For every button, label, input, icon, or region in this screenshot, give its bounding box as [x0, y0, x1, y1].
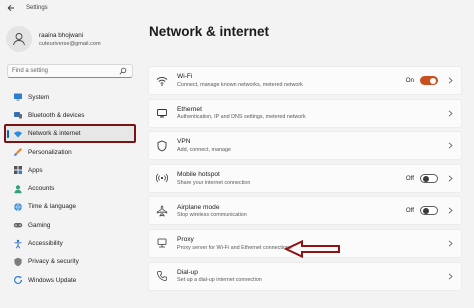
hotspot-icon: [155, 171, 169, 185]
card-subtitle: Share your internet connection: [177, 179, 251, 186]
search-icon[interactable]: [118, 66, 128, 76]
toggle-knob: [430, 77, 436, 84]
sidebar-item-label: Accounts: [28, 185, 55, 193]
chevron-right-icon: [447, 77, 453, 85]
sidebar-item-label: System: [28, 93, 50, 101]
sidebar-item-personalization[interactable]: Personalization: [6, 143, 136, 161]
airplane-icon: [155, 204, 169, 218]
toggle-knob: [422, 208, 429, 215]
card-title: VPN: [177, 138, 191, 146]
toggle-knob: [422, 175, 429, 182]
mobile-hotspot-toggle[interactable]: [420, 173, 438, 183]
sidebar-item-apps[interactable]: Apps: [6, 161, 136, 179]
sidebar-item-label: Gaming: [28, 221, 51, 229]
toggle-state-label: Off: [405, 174, 414, 182]
annotation-arrow: [284, 239, 340, 259]
search-placeholder: Find a setting: [12, 68, 49, 74]
airplane-mode-toggle[interactable]: [420, 206, 438, 216]
dial-up-card[interactable]: Dial-up Set up a dial-up internet connec…: [148, 261, 462, 291]
apps-icon: [12, 165, 23, 176]
sidebar-item-label: Privacy & security: [28, 258, 79, 266]
airplane-mode-card[interactable]: Airplane mode Stop wireless communicatio…: [148, 196, 462, 226]
sidebar-item-gaming[interactable]: Gaming: [6, 216, 136, 234]
globe-icon: [12, 201, 23, 212]
chevron-right-icon: [447, 109, 453, 117]
card-title: Mobile hotspot: [177, 171, 220, 179]
shield-icon: [12, 256, 23, 267]
card-subtitle: Authentication, IP and DNS settings, met…: [177, 114, 306, 121]
card-subtitle: Connect, manage known networks, metered …: [177, 81, 303, 88]
phone-icon: [155, 269, 169, 283]
ethernet-icon: [155, 106, 169, 120]
sidebar-item-label: Personalization: [28, 148, 72, 156]
chevron-right-icon: [447, 174, 453, 182]
sidebar-item-label: Time & language: [28, 203, 77, 211]
chevron-right-icon: [447, 239, 453, 247]
chevron-right-icon: [447, 272, 453, 280]
update-icon: [12, 275, 23, 286]
proxy-icon: [155, 236, 169, 250]
user-profile[interactable]: raaina bhojwani cuteuriverse@gmail.com: [6, 26, 101, 52]
card-title: Dial-up: [177, 268, 198, 276]
person-icon: [12, 183, 23, 194]
gamepad-icon: [12, 220, 23, 231]
card-subtitle: Add, connect, manage: [177, 146, 231, 153]
shield-icon: [155, 139, 169, 153]
brush-icon: [12, 147, 23, 158]
sidebar-item-label: Accessibility: [28, 240, 63, 248]
card-title: Ethernet: [177, 105, 202, 113]
sidebar-item-time-language[interactable]: Time & language: [6, 198, 136, 216]
sidebar-item-accessibility[interactable]: Accessibility: [6, 234, 136, 252]
chevron-right-icon: [447, 142, 453, 150]
wifi-toggle[interactable]: [420, 76, 438, 85]
sidebar-item-privacy-security[interactable]: Privacy & security: [6, 253, 136, 271]
title-bar: Settings: [0, 0, 474, 16]
vpn-card[interactable]: VPN Add, connect, manage: [148, 131, 462, 161]
back-button[interactable]: [4, 1, 18, 15]
sidebar-item-bluetooth[interactable]: Bluetooth & devices: [6, 106, 136, 124]
avatar: [6, 26, 32, 52]
ethernet-card[interactable]: Ethernet Authentication, IP and DNS sett…: [148, 98, 462, 128]
person-icon: [13, 33, 25, 46]
sidebar-item-label: Bluetooth & devices: [28, 111, 85, 119]
sidebar-item-label: Apps: [28, 166, 43, 174]
search-input[interactable]: Find a setting: [7, 64, 133, 78]
annotation-highlight-box: [4, 124, 136, 143]
card-subtitle: Stop wireless communication: [177, 212, 247, 219]
accessibility-icon: [12, 238, 23, 249]
mobile-hotspot-card[interactable]: Mobile hotspot Share your internet conne…: [148, 163, 462, 193]
card-title: Wi-Fi: [177, 73, 193, 81]
sidebar-item-windows-update[interactable]: Windows Update: [6, 271, 136, 289]
bluetooth-icon: [12, 110, 23, 121]
sidebar-item-system[interactable]: System: [6, 88, 136, 106]
card-subtitle: Set up a dial-up internet connection: [177, 277, 262, 284]
monitor-icon: [12, 92, 23, 103]
profile-name: raaina bhojwani: [39, 31, 84, 39]
wifi-card[interactable]: Wi-Fi Connect, manage known networks, me…: [148, 66, 462, 95]
chevron-right-icon: [447, 207, 453, 215]
profile-email: cuteuriverse@gmail.com: [39, 40, 101, 47]
sidebar-item-accounts[interactable]: Accounts: [6, 179, 136, 197]
card-title: Airplane mode: [177, 203, 220, 211]
app-title: Settings: [26, 5, 48, 11]
sidebar-item-label: Windows Update: [28, 276, 77, 284]
back-arrow-icon: [7, 4, 14, 12]
toggle-state-label: On: [405, 77, 414, 84]
sidebar-nav: System Bluetooth & devices Network & int…: [6, 88, 136, 289]
wifi-icon: [155, 74, 169, 88]
page-title: Network & internet: [149, 24, 270, 39]
settings-list: Wi-Fi Connect, manage known networks, me…: [148, 66, 462, 294]
toggle-state-label: Off: [405, 207, 414, 215]
